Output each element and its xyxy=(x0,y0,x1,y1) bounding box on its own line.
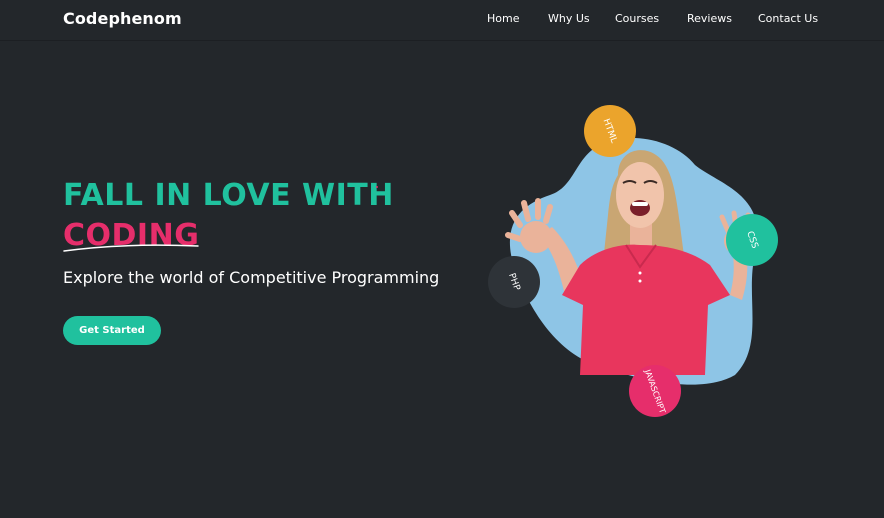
person-shirt xyxy=(562,244,730,375)
accent-dot xyxy=(376,186,378,188)
hero-headline: FALL IN LOVE WITH xyxy=(63,178,394,213)
nav-home-link[interactable]: Home xyxy=(487,12,519,25)
php-badge-label: PHP xyxy=(506,272,522,292)
nav-courses-link[interactable]: Courses xyxy=(615,12,659,25)
css-badge-label: CSS xyxy=(744,229,760,251)
php-badge[interactable]: PHP xyxy=(488,256,540,308)
html-badge[interactable]: HTML xyxy=(584,105,636,157)
highlight-underline xyxy=(63,244,199,252)
html-badge-label: HTML xyxy=(601,117,619,145)
navbar: Codephenom Home Why Us Courses Reviews C… xyxy=(0,0,884,41)
nav-contact-us-link[interactable]: Contact Us xyxy=(758,12,818,25)
nav-why-us-link[interactable]: Why Us xyxy=(548,12,590,25)
css-badge[interactable]: CSS xyxy=(726,214,778,266)
nav-reviews-link[interactable]: Reviews xyxy=(687,12,732,25)
hero-subtitle: Explore the world of Competitive Program… xyxy=(63,268,440,287)
person-face xyxy=(616,162,664,228)
javascript-badge-label: JAVASCRIPT xyxy=(642,367,668,415)
brand-logo[interactable]: Codephenom xyxy=(63,9,182,28)
get-started-button[interactable]: Get Started xyxy=(63,316,161,345)
javascript-badge[interactable]: JAVASCRIPT xyxy=(629,365,681,417)
